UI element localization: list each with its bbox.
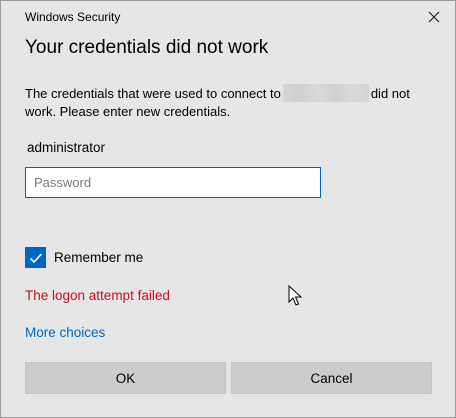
error-message: The logon attempt failed [25,288,170,303]
username-label: administrator [27,140,106,155]
window-title: Windows Security [25,10,121,24]
remember-me-checkbox[interactable]: Remember me [25,247,143,268]
remember-me-label: Remember me [54,250,144,265]
checkbox-checked[interactable] [25,247,46,268]
ok-button[interactable]: OK [25,362,226,394]
title-bar: Windows Security [1,1,455,33]
password-input[interactable] [25,167,321,198]
checkmark-icon [29,252,42,263]
cancel-button[interactable]: Cancel [231,362,432,394]
message-text-start: The credentials that were used to connec… [25,86,281,101]
more-choices-link[interactable]: More choices [25,325,105,340]
mouse-pointer-icon [288,285,302,306]
credentials-dialog: Windows Security Your credentials did no… [0,0,456,418]
dialog-heading: Your credentials did not work [25,37,269,58]
close-icon [428,11,440,23]
redacted-host [282,84,369,102]
close-button[interactable] [419,3,449,31]
dialog-message: The credentials that were used to connec… [25,84,425,121]
